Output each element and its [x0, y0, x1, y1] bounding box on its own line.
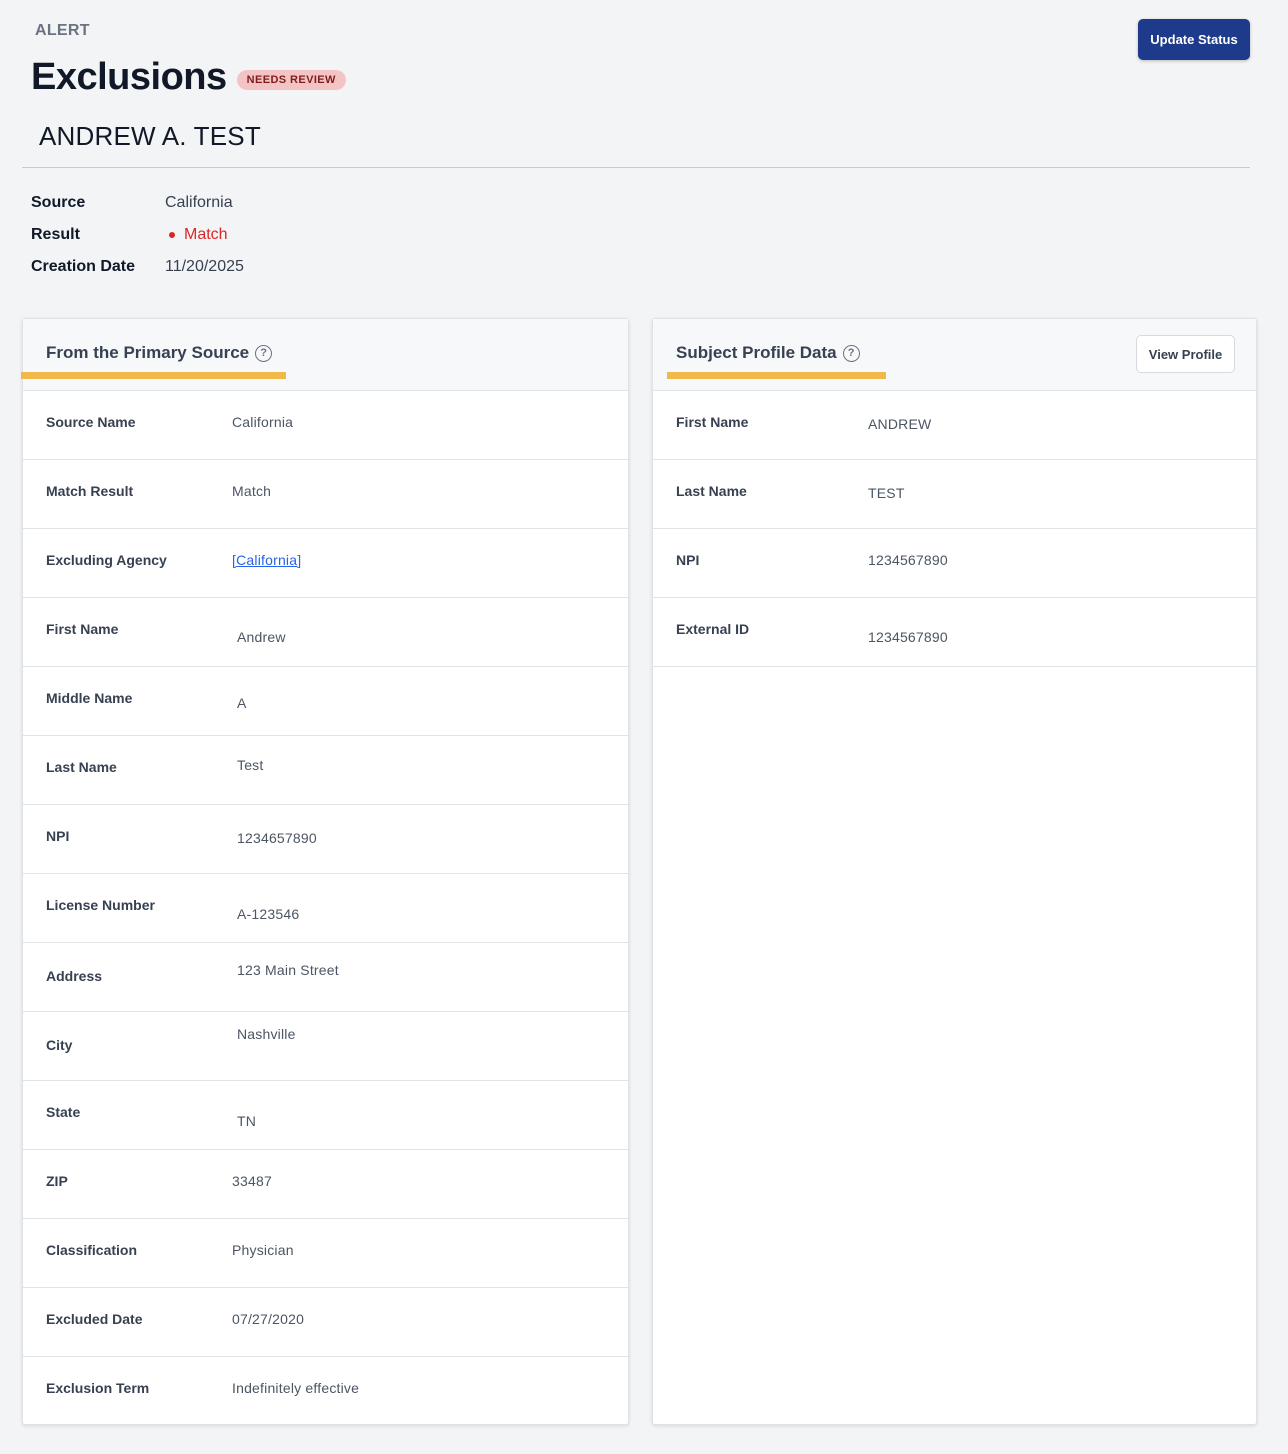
field-row-exclusion-term: Exclusion Term Indefinitely effective	[23, 1357, 628, 1426]
field-value: TN	[237, 1113, 257, 1129]
field-row-zip: ZIP 33487	[23, 1150, 628, 1219]
primary-source-rows: Source Name California Match Result Match Ex…	[23, 391, 628, 1426]
field-value: A-123546	[237, 906, 300, 922]
summary-result-text: Match	[184, 226, 228, 243]
field-label: Last Name	[46, 759, 117, 775]
subject-profile-card: Subject Profile Data ? View Profile Firs…	[652, 318, 1257, 1425]
field-label: Match Result	[46, 483, 134, 499]
field-value: 33487	[232, 1173, 272, 1189]
field-row-external-id: External ID 1234567890	[653, 598, 1256, 667]
summary-source-row: Source California	[31, 187, 244, 219]
summary-source-label: Source	[31, 194, 86, 211]
field-value: 1234567890	[868, 629, 948, 645]
field-row-excluded-date: Excluded Date 07/27/2020	[23, 1288, 628, 1357]
primary-source-title: From the Primary Source ?	[46, 343, 273, 363]
field-label: External ID	[676, 621, 750, 637]
field-value: 07/27/2020	[232, 1311, 305, 1327]
field-value: TEST	[868, 485, 905, 501]
field-value: A	[237, 695, 247, 711]
field-row-npi: NPI 1234657890	[23, 805, 628, 874]
title-row: Exclusions NEEDS REVIEW	[31, 56, 346, 99]
field-value: ANDREW	[868, 416, 932, 432]
subject-header: ANDREW A. TEST	[22, 112, 1250, 168]
subject-name: ANDREW A. TEST	[39, 121, 261, 151]
subject-profile-title-text: Subject Profile Data	[676, 343, 837, 362]
field-value: 123 Main Street	[237, 962, 339, 978]
subject-profile-title: Subject Profile Data ?	[676, 343, 860, 363]
help-circle-icon[interactable]: ?	[842, 344, 860, 362]
summary-source-value: California	[165, 194, 233, 211]
field-label: NPI	[676, 552, 700, 568]
field-value: Test	[237, 757, 264, 773]
subject-profile-rows: First Name ANDREW Last Name TEST NPI 12345678…	[653, 391, 1256, 667]
active-tab-underline	[667, 372, 886, 379]
status-badge: NEEDS REVIEW	[236, 69, 346, 90]
field-row-license-number: License Number A-123546	[23, 874, 628, 943]
active-tab-underline	[21, 372, 286, 379]
update-status-button[interactable]: Update Status	[1138, 19, 1250, 60]
field-row-last-name: Last Name Test	[23, 736, 628, 805]
field-row-first-name: First Name Andrew	[23, 598, 628, 667]
field-label: Address	[46, 968, 103, 984]
primary-source-header: From the Primary Source ?	[21, 319, 628, 391]
field-row-first-name: First Name ANDREW	[653, 391, 1256, 460]
field-label: State	[46, 1104, 81, 1120]
field-label: Excluded Date	[46, 1311, 143, 1327]
field-value: [California]	[232, 552, 301, 568]
field-label: First Name	[46, 621, 119, 637]
field-value: Match	[232, 483, 272, 499]
field-value: 1234657890	[237, 830, 317, 846]
field-value: California	[232, 414, 294, 430]
field-row-city: City Nashville	[23, 1012, 628, 1081]
field-row-last-name: Last Name TEST	[653, 460, 1256, 529]
primary-source-title-text: From the Primary Source	[46, 343, 250, 362]
field-row-classification: Classification Physician	[23, 1219, 628, 1288]
field-label: Source Name	[46, 414, 136, 430]
summary-creation-value: 11/20/2025	[165, 258, 244, 275]
field-row-address: Address 123 Main Street	[23, 943, 628, 1012]
field-row-excluding-agency: Excluding Agency [California]	[23, 529, 628, 598]
field-value: Indefinitely effective	[232, 1380, 360, 1396]
field-value: Andrew	[237, 629, 286, 645]
field-label: First Name	[676, 414, 749, 430]
field-label: Last Name	[676, 483, 747, 499]
view-profile-button[interactable]: View Profile	[1136, 335, 1235, 373]
help-circle-icon[interactable]: ?	[255, 344, 273, 362]
page-overline: ALERT	[35, 22, 90, 39]
field-value: Physician	[232, 1242, 294, 1258]
excluding-agency-link[interactable]: [California]	[232, 552, 301, 568]
field-label: Exclusion Term	[46, 1380, 150, 1396]
field-label: City	[46, 1037, 73, 1053]
field-row-state: State TN	[23, 1081, 628, 1150]
field-label: NPI	[46, 828, 70, 844]
summary-result-value: Match	[165, 226, 228, 244]
field-row-middle-name: Middle Name A	[23, 667, 628, 736]
field-row-match-result: Match Result Match	[23, 460, 628, 529]
page-title: Exclusions	[31, 56, 227, 98]
field-value: 1234567890	[868, 552, 948, 568]
field-row-source-name: Source Name California	[23, 391, 628, 460]
field-label: License Number	[46, 897, 155, 913]
field-row-npi: NPI 1234567890	[653, 529, 1256, 598]
field-label: Excluding Agency	[46, 552, 167, 568]
subject-profile-header: Subject Profile Data ? View Profile	[653, 319, 1256, 391]
summary-result-row: Result Match	[31, 219, 244, 251]
summary-result-label: Result	[31, 226, 80, 243]
primary-source-card: From the Primary Source ? Source Name Cal…	[21, 318, 629, 1426]
field-label: ZIP	[46, 1173, 68, 1189]
status-dot-icon	[169, 232, 175, 238]
alert-page: ALERT Exclusions NEEDS REVIEW Update Sta…	[0, 0, 1288, 1454]
summary-creation-label: Creation Date	[31, 258, 136, 275]
field-value: Nashville	[237, 1026, 296, 1042]
alert-summary: Source California Result Match Creation …	[31, 187, 244, 283]
field-label: Classification	[46, 1242, 138, 1258]
field-label: Middle Name	[46, 690, 133, 706]
summary-creation-row: Creation Date 11/20/2025	[31, 251, 244, 283]
